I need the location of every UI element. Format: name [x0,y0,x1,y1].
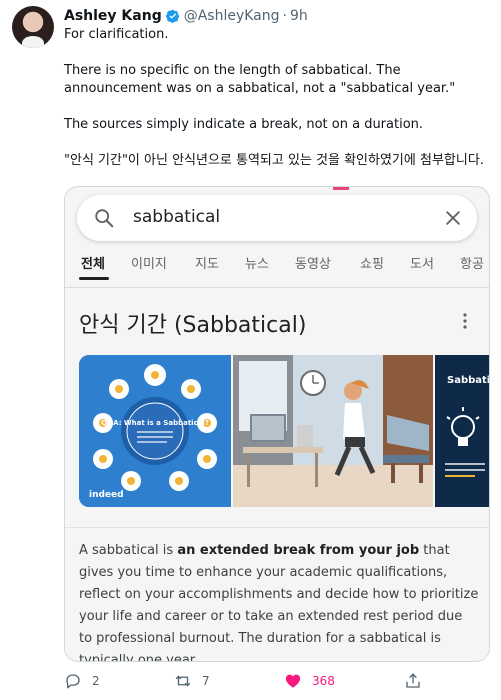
tweet-actions: 2 7 368 [64,672,484,692]
tabs-divider [65,287,489,288]
tweet-timestamp[interactable]: 9h [290,8,308,24]
indeed-logo: indeed [89,490,124,500]
image3-heading: Sabbati [447,375,490,386]
card-top-marker [333,187,349,190]
tweet-paragraph: The sources simply indicate a break, not… [64,117,424,132]
retweet-count: 7 [202,674,210,688]
tweet-paragraph: There is no specific on the length of sa… [64,63,456,96]
description-highlight: an extended break from your job [177,543,420,558]
like-button[interactable]: 368 [284,672,335,690]
tweet-paragraph: For clarification. [64,27,169,42]
tab-videos: 동영상 [295,257,331,272]
retweet-icon [175,675,191,687]
active-tab-indicator [79,277,109,280]
sabbatical-info-image: Sabbati [435,355,490,507]
office-illustration [233,355,433,507]
reply-count: 2 [92,674,100,688]
tab-books: 도서 [410,257,434,272]
tweet-header: Ashley Kang @AshleyKang · 9h [64,6,308,26]
indeed-infographic-image: Q&A: What is a Sabbatical? indeed [79,355,231,507]
description-text-end: that gives you time to enhance your acad… [79,543,479,662]
attached-image-card[interactable]: sabbatical 전체 이미지 지도 뉴스 동영상 쇼핑 도서 항공 안식 … [64,186,490,662]
description-section: A sabbatical is an extended break from y… [65,527,489,662]
infographic-heading: Q&A: What is a Sabbatical? [101,419,209,427]
search-icon [95,209,114,228]
author-handle[interactable]: @AshleyKang [184,8,280,24]
retweet-button[interactable]: 7 [174,672,210,690]
description-text-start: A sabbatical is [79,543,178,558]
google-search-bar: sabbatical [77,195,477,241]
tweet-text: For clarification. There is no specific … [64,26,492,188]
reply-button[interactable]: 2 [64,672,100,690]
illustration-image [233,355,433,507]
image-carousel: Q&A: What is a Sabbatical? indeed Sabbat… [79,355,490,507]
author-avatar[interactable] [12,6,54,48]
search-query-text: sabbatical [133,207,221,227]
sabbatical-description: A sabbatical is an extended break from y… [79,540,479,662]
google-tabs: 전체 이미지 지도 뉴스 동영상 쇼핑 도서 항공 [65,251,489,287]
tab-maps: 지도 [195,257,219,272]
share-button[interactable] [404,672,422,690]
tab-shopping: 쇼핑 [360,257,384,272]
verified-badge-icon [165,9,179,23]
tab-all: 전체 [81,257,105,272]
tab-news: 뉴스 [245,257,269,272]
close-icon [446,211,460,225]
like-count: 368 [312,674,335,688]
header-separator: · [282,8,287,24]
tweet-paragraph: "안식 기간"이 아닌 안식년으로 통역되고 있는 것을 확인하였기에 첨부합니… [64,153,484,168]
infographic-graphic: Q&A: What is a Sabbatical? indeed [79,355,231,507]
knowledge-panel-title: 안식 기간 (Sabbatical) [79,313,307,338]
heart-icon [285,674,301,688]
tab-flights: 항공 [460,257,484,272]
lightbulb-graphic: Sabbati [435,355,490,507]
reply-icon [66,674,80,689]
author-name[interactable]: Ashley Kang [64,8,162,24]
tab-images: 이미지 [131,257,167,272]
share-icon [406,673,420,688]
more-options-icon [463,313,467,329]
